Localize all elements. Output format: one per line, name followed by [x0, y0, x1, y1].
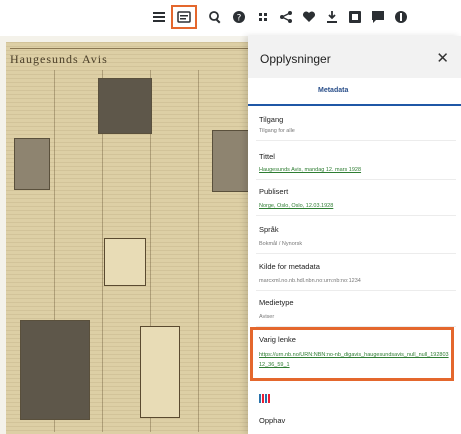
- field-label-language: Språk: [259, 225, 279, 234]
- download-icon[interactable]: [323, 8, 341, 26]
- field-label-access: Tilgang: [259, 115, 284, 124]
- info-icon[interactable]: [171, 5, 197, 29]
- close-icon[interactable]: ✕: [436, 49, 449, 67]
- newspaper-photo: [212, 130, 250, 192]
- field-label-media-type: Medietype: [259, 298, 294, 307]
- field-label-title: Tittel: [259, 152, 275, 161]
- help-icon[interactable]: ?: [230, 8, 248, 26]
- newspaper-ad: [104, 238, 146, 286]
- field-label-metadata-source: Kilde for metadata: [259, 262, 320, 271]
- divider: [256, 140, 456, 141]
- field-value-media-type: Aviser: [259, 314, 275, 320]
- iiif-icon[interactable]: [259, 392, 271, 404]
- favorite-icon[interactable]: [300, 8, 318, 26]
- newspaper-photo: [98, 78, 152, 134]
- search-icon[interactable]: [206, 8, 224, 26]
- tab-bar: Metadata: [248, 78, 461, 106]
- divider: [256, 179, 456, 180]
- menu-icon[interactable]: [150, 8, 168, 26]
- export-icon[interactable]: [346, 8, 364, 26]
- comment-icon[interactable]: [369, 8, 387, 26]
- tab-metadata[interactable]: Metadata: [318, 87, 348, 94]
- newspaper-ad: [140, 326, 180, 418]
- newspaper-masthead: Haugesunds Avis: [10, 52, 108, 66]
- divider: [256, 290, 456, 291]
- masthead-rule: [10, 44, 254, 49]
- column-rule: [198, 70, 199, 432]
- panel-title: Opplysninger: [260, 52, 331, 66]
- svg-text:?: ?: [237, 14, 242, 24]
- field-label-origin: Opphav: [259, 416, 286, 425]
- field-value-access: Tilgang for alle: [259, 128, 295, 134]
- grid-icon[interactable]: [254, 8, 272, 26]
- permalink-highlight: [250, 327, 454, 381]
- newspaper-photo: [20, 320, 90, 420]
- field-label-published: Publisert: [259, 187, 289, 196]
- field-value-published[interactable]: Norge, Oslo, Oslo, 12.03.1928: [259, 203, 333, 209]
- field-value-title[interactable]: Haugesunds Avis, mandag 12. mars 1928: [259, 167, 361, 173]
- newspaper-page: Haugesunds Avis: [6, 42, 254, 434]
- divider: [256, 253, 456, 254]
- share-icon[interactable]: [277, 8, 295, 26]
- toolbar: ?: [0, 0, 461, 36]
- field-value-language: Bokmål / Nynorsk: [259, 241, 303, 247]
- viewer-window: ? Haugesunds Avis Opplysninger ✕ Metadat…: [0, 0, 461, 434]
- more-icon[interactable]: [392, 8, 410, 26]
- tab-indicator: [248, 104, 461, 106]
- panel-header: Opplysninger ✕: [248, 36, 461, 78]
- page-viewer[interactable]: Haugesunds Avis: [0, 36, 254, 434]
- field-value-metadata-source: marcxml.no.nb.hdl.nbn.no:urn:nb:no:1234: [259, 278, 361, 284]
- divider: [256, 215, 456, 216]
- newspaper-photo: [14, 138, 50, 190]
